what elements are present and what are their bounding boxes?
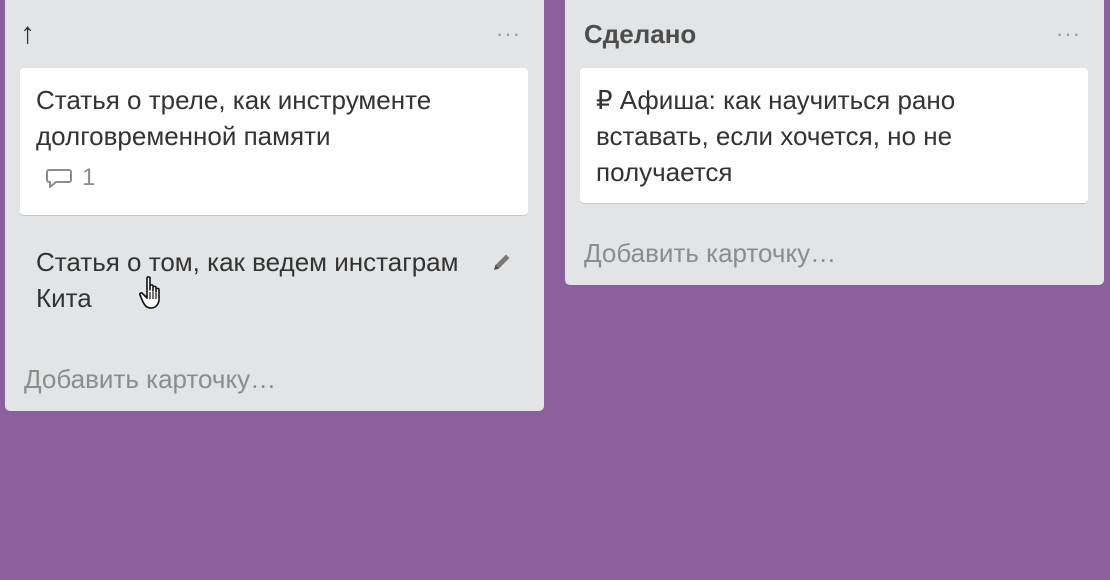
card-title: ₽ Афиша: как научиться рано вставать, ес…	[596, 85, 956, 187]
list-menu-icon[interactable]: ···	[1056, 23, 1081, 45]
card-badges: 1	[36, 164, 512, 192]
list-title[interactable]: Сделано	[584, 17, 696, 51]
comment-icon	[46, 169, 72, 188]
list-menu-icon[interactable]: ···	[496, 23, 521, 45]
list-column-1: ↑ ··· Статья о треле, как инструменте до…	[5, 0, 544, 411]
card-title: Статья о треле, как инструменте долговре…	[36, 85, 432, 151]
add-card-link[interactable]: Добавить карточку…	[24, 362, 276, 396]
add-card-link[interactable]: Добавить карточку…	[584, 236, 836, 270]
card[interactable]: Статья о треле, как инструменте долговре…	[20, 68, 528, 215]
pencil-icon[interactable]	[490, 250, 514, 274]
card-hovered[interactable]: Статья о том, как ведем инстаграм Кита	[20, 230, 528, 326]
list-title[interactable]: ↑	[20, 17, 35, 51]
comment-count: 1	[82, 164, 96, 191]
list-column-2: Сделано ··· ₽ Афиша: как научиться рано …	[565, 0, 1104, 285]
card[interactable]: ₽ Афиша: как научиться рано вставать, ес…	[580, 68, 1088, 203]
card-title: Статья о том, как ведем инстаграм Кита	[36, 247, 459, 313]
